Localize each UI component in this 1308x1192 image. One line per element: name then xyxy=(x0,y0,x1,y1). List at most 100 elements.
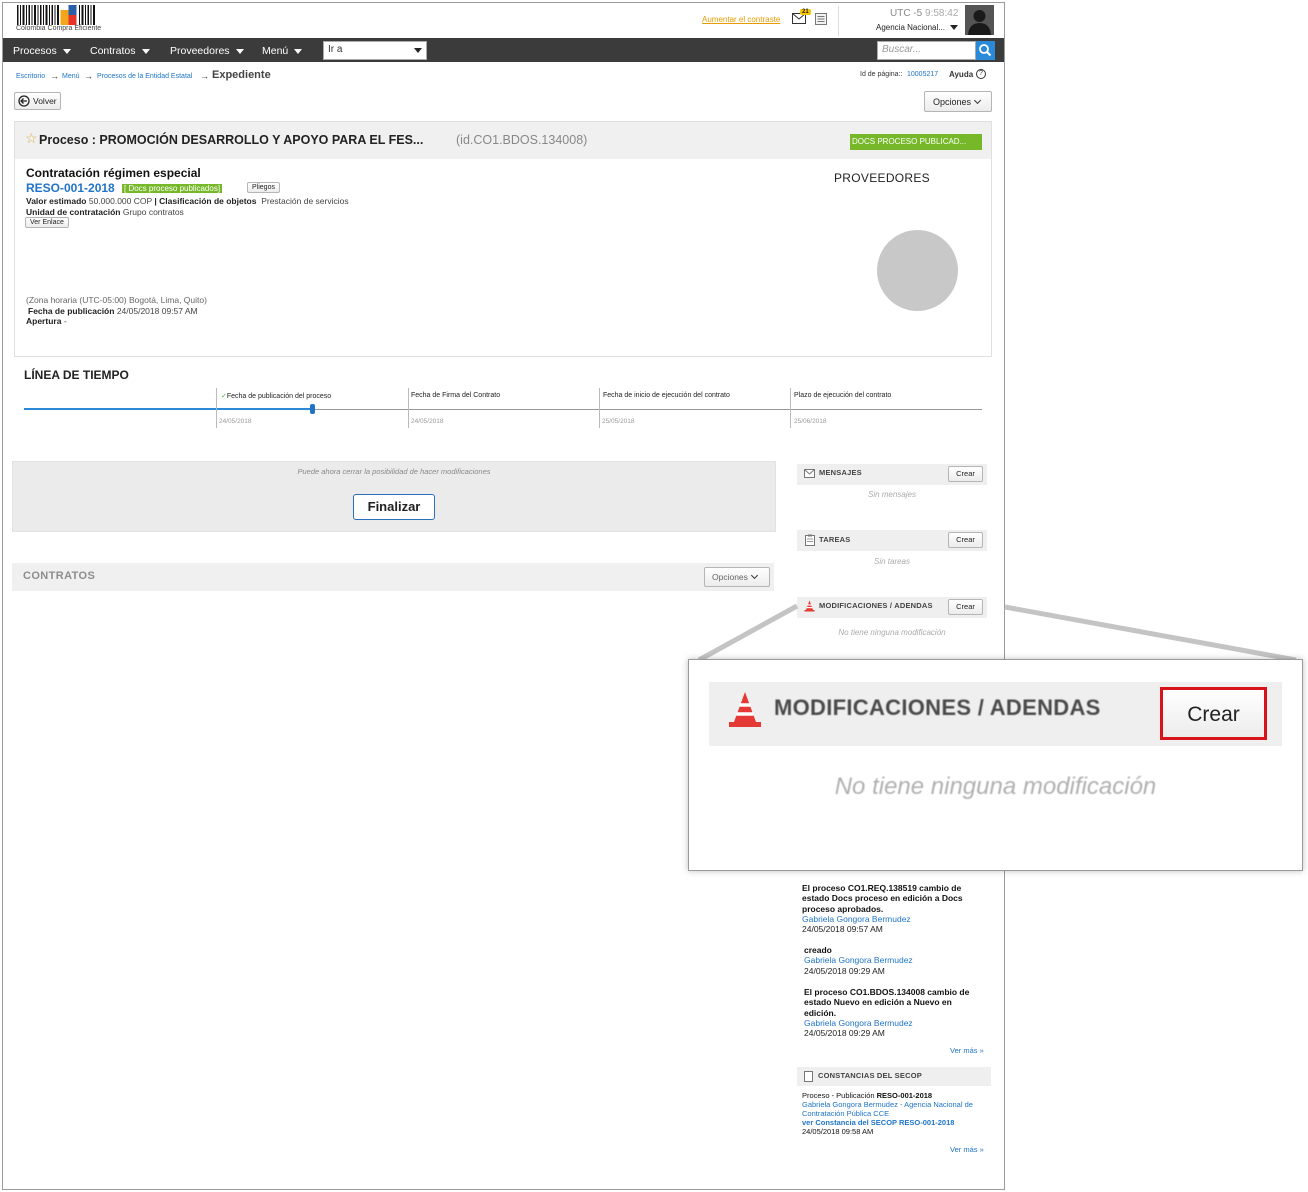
list-item: creado Gabriela Gongora Bermudez 24/05/2… xyxy=(804,945,984,976)
modifications-title: MODIFICACIONES / ADENDAS xyxy=(819,601,933,610)
search-input[interactable]: Buscar... xyxy=(877,41,976,60)
caret-down-icon xyxy=(235,48,244,54)
arrow-right-icon: → xyxy=(200,71,209,81)
logo-caption: Colombia Compra Eficiente xyxy=(16,25,102,32)
timeline-step-label: Fecha de inicio de ejecución del contrat… xyxy=(603,392,730,399)
list-item: Proceso - Publicación RESO-001-2018 Gabr… xyxy=(802,1091,982,1136)
value-amount: 50.000.000 COP xyxy=(88,196,153,206)
status-badge: DOCS PROCESO PUBLICAD... xyxy=(850,134,982,150)
process-modality: Contratación régimen especial xyxy=(26,166,201,180)
options-label: Opciones xyxy=(712,572,748,582)
arrow-right-icon: → xyxy=(50,71,59,81)
separator: | xyxy=(154,196,157,206)
feed-text: creado xyxy=(804,945,832,955)
star-icon[interactable]: ☆ xyxy=(25,130,38,147)
breadcrumb-menu[interactable]: Menú xyxy=(62,73,80,80)
arrow-right-icon: → xyxy=(84,71,93,81)
caret-down-icon[interactable] xyxy=(414,48,422,53)
create-modification-button[interactable]: Crear xyxy=(948,599,983,615)
contrast-link[interactable]: Aumentar el contraste xyxy=(702,15,780,24)
create-message-button[interactable]: Crear xyxy=(948,466,983,482)
timeline-tick xyxy=(216,388,217,428)
documents-icon[interactable] xyxy=(815,13,827,25)
timeline-tick xyxy=(599,388,600,428)
unit-value: Grupo contratos xyxy=(122,207,184,217)
messages-title: MENSAJES xyxy=(819,468,862,477)
feed-author[interactable]: Gabriela Gongora Bermudez xyxy=(802,914,911,924)
feed-text: El proceso CO1.BDOS.134008 cambio de est… xyxy=(804,987,970,1018)
goto-select[interactable]: Ir a xyxy=(323,41,427,60)
time: 9:58:42 xyxy=(925,8,959,19)
nav-item-proveedores[interactable]: Proveedores xyxy=(170,45,244,57)
breadcrumb-procesos[interactable]: Procesos de la Entidad Estatal xyxy=(97,73,192,80)
nav-item-contratos[interactable]: Contratos xyxy=(90,45,150,57)
nav-item-procesos[interactable]: Procesos xyxy=(13,45,71,57)
see-more-link[interactable]: Ver más » xyxy=(950,1145,984,1154)
timeline-title: LÍNEA DE TIEMPO xyxy=(24,368,129,382)
page-id-value[interactable]: 10005217 xyxy=(907,71,938,78)
list-item: El proceso CO1.REQ.138519 cambio de esta… xyxy=(802,883,982,934)
feed-date: 24/05/2018 09:29 AM xyxy=(804,1028,885,1039)
caret-down-icon xyxy=(62,48,71,54)
feed-date: 24/05/2018 09:29 AM xyxy=(804,965,885,976)
nav-label: Proveedores xyxy=(170,45,230,57)
opening-line: Apertura - xyxy=(26,316,67,326)
timeline-step-label: Fecha de Firma del Contrato xyxy=(411,392,501,399)
pliegos-button[interactable]: Pliegos xyxy=(247,182,280,193)
timezone-line: (Zona horaria (UTC-05:00) Bogotá, Lima, … xyxy=(26,295,207,305)
clipboard-icon xyxy=(805,534,815,546)
mail-count-badge: 21 xyxy=(800,9,811,15)
constancia-date: 24/05/2018 09:58 AM xyxy=(802,1127,874,1136)
agency-selector[interactable]: Agencia Nacional... xyxy=(876,23,945,32)
help-link[interactable]: Ayuda xyxy=(949,70,973,79)
process-id: (id.CO1.BDOS.134008) xyxy=(456,133,588,147)
feed-text: El proceso CO1.REQ.138519 cambio de esta… xyxy=(802,883,963,914)
timeline-progress xyxy=(24,408,314,410)
agency-caret-icon[interactable] xyxy=(950,25,958,30)
timeline-step-date: 24/05/2018 xyxy=(411,418,444,425)
caret-down-icon xyxy=(141,48,150,54)
page-id-label: Id de página:: xyxy=(860,71,903,78)
header-divider xyxy=(838,6,839,36)
see-more-link[interactable]: Ver más » xyxy=(950,1046,984,1055)
main-navbar xyxy=(3,38,1004,62)
nav-item-menu[interactable]: Menú xyxy=(262,45,303,57)
messages-empty: Sin mensajes xyxy=(867,490,917,499)
constancia-link[interactable]: ver Constancia del SECOP RESO-001-2018 xyxy=(802,1118,954,1127)
modifications-empty: No tiene ninguna modificación xyxy=(838,628,946,637)
opening-value: - xyxy=(63,316,67,326)
timeline-step-label: ✓Fecha de publicación del proceso xyxy=(221,392,331,400)
traffic-cone-icon xyxy=(729,692,761,727)
create-task-button[interactable]: Crear xyxy=(948,532,983,548)
options-label: Opciones xyxy=(933,97,972,107)
question-icon[interactable]: ? xyxy=(976,69,986,79)
step-label: Fecha de publicación del proceso xyxy=(226,393,332,400)
publication-line: Fecha de publicación 24/05/2018 09:57 AM xyxy=(28,306,198,316)
nav-label: Menú xyxy=(262,45,289,57)
avatar[interactable] xyxy=(965,5,994,35)
finalize-button[interactable]: Finalizar xyxy=(353,494,435,520)
contracts-options-button[interactable]: Opciones xyxy=(704,567,770,587)
timeline-marker xyxy=(310,404,315,414)
process-reference[interactable]: RESO-001-2018 xyxy=(26,181,115,195)
constancia-author[interactable]: Gabriela Gongora Bermudez - Agencia Naci… xyxy=(802,1100,973,1118)
feed-author[interactable]: Gabriela Gongora Bermudez xyxy=(804,1018,913,1028)
contracts-title: CONTRATOS xyxy=(23,570,96,582)
search-icon[interactable] xyxy=(976,41,995,60)
view-link-button[interactable]: Ver Enlace xyxy=(25,217,69,228)
constancia-text: Proceso - Publicación xyxy=(802,1091,875,1100)
chevron-down-icon xyxy=(973,96,982,105)
nav-label: Procesos xyxy=(13,45,57,57)
providers-title: PROVEEDORES xyxy=(834,171,930,185)
nav-label: Contratos xyxy=(90,45,136,57)
contracts-header xyxy=(12,563,774,591)
clock: UTC -5 9:58:42 xyxy=(890,8,958,19)
timeline-tick xyxy=(790,388,791,428)
tasks-title: TAREAS xyxy=(819,535,851,544)
feed-author[interactable]: Gabriela Gongora Bermudez xyxy=(804,955,913,965)
zoom-modifications-empty: No tiene ninguna modificación xyxy=(834,773,1157,800)
zoom-create-button[interactable]: Crear xyxy=(1160,687,1267,740)
options-button[interactable]: Opciones xyxy=(924,91,992,112)
breadcrumb-escritorio[interactable]: Escritorio xyxy=(16,73,45,80)
publication-date: 24/05/2018 09:57 AM xyxy=(116,306,198,316)
